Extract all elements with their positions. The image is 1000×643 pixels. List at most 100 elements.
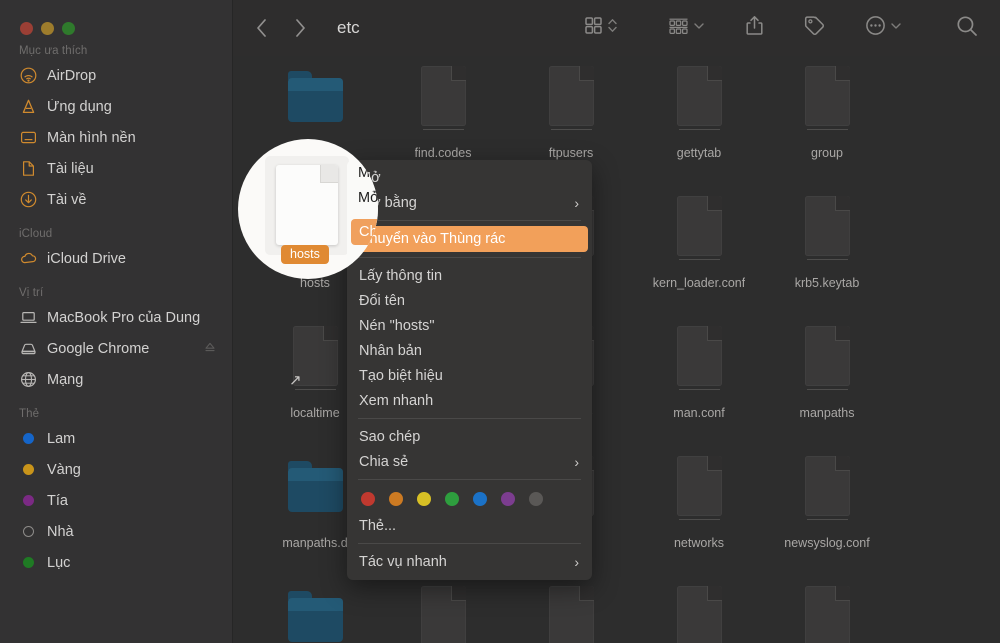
- menu-item-label: Xem nhanh: [359, 392, 434, 409]
- file-item[interactable]: notify.conf: [507, 580, 635, 643]
- tag-button[interactable]: [791, 13, 838, 43]
- file-item[interactable]: group: [763, 60, 891, 190]
- icon-view-button[interactable]: [571, 13, 631, 43]
- applications-icon: [19, 97, 38, 116]
- sidebar-item-t-i-v[interactable]: Tài về: [0, 184, 232, 215]
- file-name: krb5.keytab: [794, 276, 860, 290]
- document-icon: [794, 194, 860, 270]
- sidebar-item-nh[interactable]: Nhà: [0, 516, 232, 547]
- sidebar-item-label: AirDrop: [47, 67, 97, 84]
- spotlight-file-icon[interactable]: [276, 165, 338, 245]
- menu-item[interactable]: Lấy thông tin: [347, 263, 592, 288]
- share-button[interactable]: [732, 13, 777, 43]
- menu-item[interactable]: Mở bằng ›: [347, 190, 592, 215]
- file-item[interactable]: ntp.conf: [763, 580, 891, 643]
- chevron-down-icon: [890, 16, 902, 40]
- file-item[interactable]: networks: [635, 450, 763, 580]
- zoom-button[interactable]: [62, 22, 75, 35]
- menu-item[interactable]: Tạo biệt hiệu: [347, 363, 592, 388]
- tag-color-swatch[interactable]: [417, 492, 431, 506]
- toolbar-actions: [571, 13, 1000, 43]
- file-item[interactable]: manpaths: [763, 320, 891, 450]
- sidebar-section-gap: [0, 395, 232, 408]
- sidebar-item-t-i-li-u[interactable]: Tài liệu: [0, 153, 232, 184]
- sidebar-item-m-n-h-nh-n-n[interactable]: Màn hình nền: [0, 122, 232, 153]
- sidebar-item-label: Tía: [47, 492, 68, 509]
- close-button[interactable]: [20, 22, 33, 35]
- menu-item[interactable]: Chia sẻ ›: [347, 449, 592, 474]
- menu-item[interactable]: Sao chép: [347, 424, 592, 449]
- file-item[interactable]: kern_loader.conf: [635, 190, 763, 320]
- sidebar-item-m-ng[interactable]: Mạng: [0, 364, 232, 395]
- menu-item[interactable]: Chuyển vào Thùng rác: [351, 226, 588, 252]
- back-chevron-icon[interactable]: [255, 18, 268, 38]
- forward-chevron-icon[interactable]: [294, 18, 307, 38]
- menu-item[interactable]: Đổi tên: [347, 288, 592, 313]
- menu-item[interactable]: Nén "hosts": [347, 313, 592, 338]
- sidebar-section-title: iCloud: [19, 228, 53, 240]
- tag-color-swatch[interactable]: [445, 492, 459, 506]
- sidebar-section-title: Mục ưa thích: [19, 45, 88, 57]
- tag-color-swatch[interactable]: [389, 492, 403, 506]
- sidebar-item-icloud-drive[interactable]: iCloud Drive: [0, 243, 232, 274]
- menu-item[interactable]: Mở: [347, 165, 592, 190]
- minimize-button[interactable]: [41, 22, 54, 35]
- sidebar-section-gap: [0, 274, 232, 287]
- menu-item[interactable]: Thẻ...: [347, 513, 592, 538]
- file-item[interactable]: man.conf: [635, 320, 763, 450]
- sidebar-item-ng-d-ng[interactable]: Ứng dụng: [0, 91, 232, 122]
- sidebar-item-airdrop[interactable]: AirDrop: [0, 60, 232, 91]
- file-name: gettytab: [676, 146, 722, 160]
- tag-color-swatch[interactable]: [361, 492, 375, 506]
- file-item[interactable]: nfs.conf: [379, 580, 507, 643]
- file-item[interactable]: newsyslog.d: [251, 580, 379, 643]
- menu-item[interactable]: Nhân bản: [347, 338, 592, 363]
- file-item[interactable]: ntp_opendirectory: [635, 580, 763, 643]
- search-button[interactable]: [943, 13, 978, 43]
- sidebar-item-macbook-pro-c-a-dung[interactable]: MacBook Pro của Dung: [0, 302, 232, 333]
- tag-color-swatch[interactable]: [473, 492, 487, 506]
- tag-color-swatch[interactable]: [501, 492, 515, 506]
- group-by-button[interactable]: [655, 13, 718, 43]
- menu-item-label: Nhân bản: [359, 342, 422, 359]
- more-button[interactable]: [852, 13, 915, 43]
- document-icon: [794, 64, 860, 140]
- menu-item-label: Chuyển vào Thùng rác: [359, 231, 506, 247]
- tag-color-dot: [23, 526, 34, 537]
- page-title: etc: [337, 18, 360, 37]
- tag-color-swatch[interactable]: [529, 492, 543, 506]
- sidebar-item-label: Vàng: [47, 461, 81, 478]
- search-icon: [956, 15, 978, 42]
- eject-icon[interactable]: [204, 341, 216, 357]
- nav-buttons: [255, 18, 307, 38]
- menu-separator: [358, 479, 581, 480]
- file-item[interactable]: newsyslog.conf: [763, 450, 891, 580]
- file-name: networks: [673, 536, 725, 550]
- sort-chevron-icon: [607, 16, 618, 40]
- sidebar-item-label: Ứng dụng: [47, 98, 112, 115]
- menu-item-label: Tác vụ nhanh: [359, 553, 447, 570]
- sidebar-item-v-ng[interactable]: Vàng: [0, 454, 232, 485]
- spotlight-menu-selected-item[interactable]: Chuyển vào Thùng rác: [351, 219, 378, 245]
- sidebar-item-google-chrome[interactable]: Google Chrome: [0, 333, 232, 364]
- sidebar-section-gap: [0, 215, 232, 228]
- submenu-chevron-icon: ›: [574, 194, 579, 211]
- file-item[interactable]: krb5.keytab: [763, 190, 891, 320]
- spotlight-menu-item[interactable]: Mở: [347, 160, 378, 185]
- sidebar-item-t-a[interactable]: Tía: [0, 485, 232, 516]
- document-icon: [794, 584, 860, 643]
- sidebar-item-l-c[interactable]: Lục: [0, 547, 232, 578]
- file-item[interactable]: gettytab: [635, 60, 763, 190]
- submenu-chevron-icon: ›: [574, 453, 579, 470]
- tag-dot-icon: [19, 460, 38, 479]
- menu-item[interactable]: Tác vụ nhanh ›: [347, 549, 592, 574]
- tag-dot-icon: [19, 429, 38, 448]
- document-icon: [666, 584, 732, 643]
- sidebar-item-lam[interactable]: Lam: [0, 423, 232, 454]
- spotlight-menu-item[interactable]: Mở bằng: [347, 185, 378, 210]
- sidebar-item-label: Màn hình nền: [47, 129, 136, 146]
- alias-document-icon: ↗: [282, 324, 348, 400]
- menu-item[interactable]: Xem nhanh: [347, 388, 592, 413]
- menu-item-label: Tạo biệt hiệu: [359, 367, 443, 384]
- sidebar-item-label: Nhà: [47, 523, 74, 540]
